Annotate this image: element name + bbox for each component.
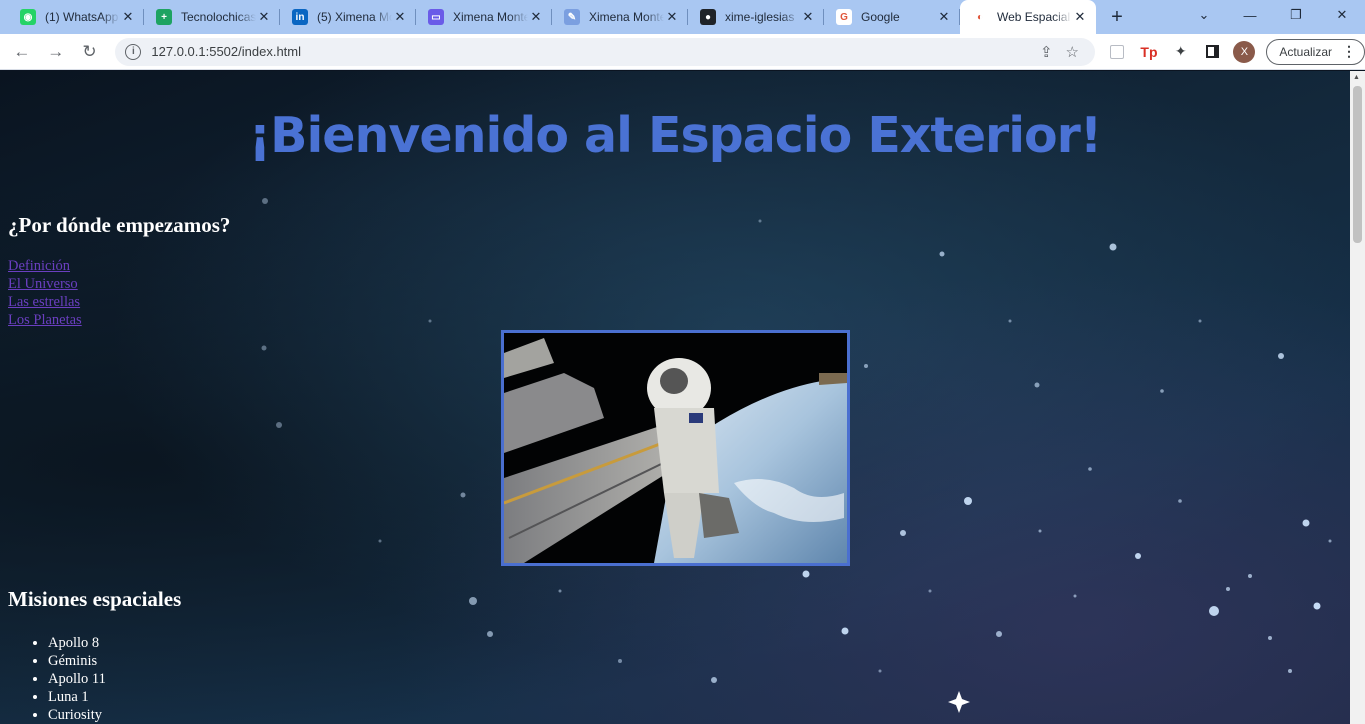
minimize-button[interactable]: — [1227, 0, 1273, 30]
tab-title: Tecnolochicas [181, 10, 256, 24]
page-viewport: ¡Bienvenido al Espacio Exterior! ¿Por dó… [0, 71, 1350, 724]
new-tab-button[interactable]: + [1096, 0, 1138, 34]
profile-avatar[interactable]: X [1233, 40, 1256, 63]
pen-icon: ✎ [564, 9, 580, 25]
mission-item: Apollo 11 [48, 670, 106, 688]
mission-item: Curiosity [48, 706, 106, 724]
nav-link[interactable]: Los Planetas [8, 311, 82, 329]
document-icon: ▭ [428, 9, 444, 25]
nav-link[interactable]: Definición [8, 257, 82, 275]
astronaut-photo [504, 333, 847, 563]
scrollbar-thumb[interactable] [1353, 86, 1362, 243]
nav-link[interactable]: Las estrellas [8, 293, 82, 311]
close-tab-icon[interactable]: ✕ [256, 9, 272, 25]
browser-tab[interactable]: ● xime-iglesias ✕ [688, 0, 824, 34]
browser-tab[interactable]: in (5) Ximena Montes✕ [280, 0, 416, 34]
back-button[interactable]: ← [6, 36, 38, 68]
close-tab-icon[interactable]: ✕ [800, 9, 816, 25]
restore-button[interactable]: ❐ [1273, 0, 1319, 30]
tab-title: (5) Ximena Montes [317, 10, 392, 24]
tab-title: Google [861, 10, 900, 24]
update-button[interactable]: Actualizar ⋮ [1266, 38, 1365, 65]
page-scrollbar[interactable]: ▲ [1350, 71, 1365, 724]
close-tab-icon[interactable]: ✕ [392, 9, 408, 25]
missions-list: Apollo 8GéminisApollo 11Luna 1Curiosity [48, 634, 106, 724]
browser-tab[interactable]: + Tecnolochicas ✕ [144, 0, 280, 34]
nav-link[interactable]: El Universo [8, 275, 82, 293]
tp-extension-icon[interactable]: Tp [1133, 38, 1165, 66]
mission-item: Géminis [48, 652, 106, 670]
section-nav: Definición El Universo Las estrellas Los Pl… [8, 257, 82, 329]
menu-dots-icon: ⋮ [1342, 43, 1356, 59]
address-bar[interactable]: i 127.0.0.1:5502/index.html ⇪ ☆ [115, 37, 1096, 66]
extensions-puzzle-icon[interactable]: ✦ [1165, 38, 1197, 66]
linkedin-icon: in [292, 9, 308, 25]
bookmark-star-icon[interactable]: ☆ [1059, 43, 1085, 61]
github-icon: ● [700, 9, 716, 25]
whatsapp-icon: ◉ [20, 9, 36, 25]
sheets-icon: + [156, 9, 172, 25]
close-window-button[interactable]: ✕ [1319, 0, 1365, 30]
tab-title: Ximena Montes [589, 10, 664, 24]
browser-tab[interactable]: G Google ✕ [824, 0, 960, 34]
site-info-icon[interactable]: i [125, 43, 142, 60]
tab-title: Web Espacial [997, 10, 1071, 24]
url-text[interactable]: 127.0.0.1:5502/index.html [151, 44, 1033, 59]
browser-tab[interactable]: ▭ Ximena Montes✕ [416, 0, 552, 34]
forward-button[interactable]: → [40, 36, 72, 68]
close-tab-icon[interactable]: ✕ [120, 9, 136, 25]
window-controls: ⌄ — ❐ ✕ [1181, 0, 1365, 30]
google-icon: G [836, 9, 852, 25]
tab-search-icon[interactable]: ⌄ [1181, 0, 1227, 30]
close-tab-icon[interactable]: ✕ [936, 9, 952, 25]
close-tab-icon[interactable]: ✕ [528, 9, 544, 25]
browser-tab[interactable]: ✎ Ximena Montes✕ [552, 0, 688, 34]
scroll-up-icon[interactable]: ▲ [1353, 74, 1360, 81]
mission-item: Luna 1 [48, 688, 106, 706]
nav-heading: ¿Por dónde empezamos? [8, 213, 231, 237]
close-tab-icon[interactable]: ✕ [1072, 9, 1088, 25]
page-title: ¡Bienvenido al Espacio Exterior! [248, 107, 1102, 164]
missions-heading: Misiones espaciales [8, 587, 182, 611]
tab-list: ◉ (1) WhatsApp ✕ + Tecnolochicas ✕ in (5) Ximen… [8, 0, 1096, 34]
browser-toolbar: ← → ↻ i 127.0.0.1:5502/index.html ⇪ ☆ Tp… [0, 34, 1365, 70]
update-label: Actualizar [1279, 44, 1332, 59]
browser-tab[interactable]: ◐ Web Espacial ✕ [960, 0, 1096, 34]
side-panel-icon[interactable] [1197, 38, 1229, 66]
tab-title: Ximena Montes [453, 10, 528, 24]
astronaut-image [501, 330, 850, 566]
mission-item: Apollo 8 [48, 634, 106, 652]
browser-tab[interactable]: ◉ (1) WhatsApp ✕ [8, 0, 144, 34]
close-tab-icon[interactable]: ✕ [664, 9, 680, 25]
tab-title: xime-iglesias [725, 10, 795, 24]
tab-strip: ◉ (1) WhatsApp ✕ + Tecnolochicas ✕ in (5) Ximen… [0, 0, 1365, 34]
tab-title: (1) WhatsApp [45, 10, 119, 24]
reload-button[interactable]: ↻ [74, 36, 106, 68]
extension-icon[interactable] [1101, 38, 1133, 66]
planet-icon: ◐ [972, 9, 988, 25]
share-icon[interactable]: ⇪ [1033, 43, 1059, 61]
